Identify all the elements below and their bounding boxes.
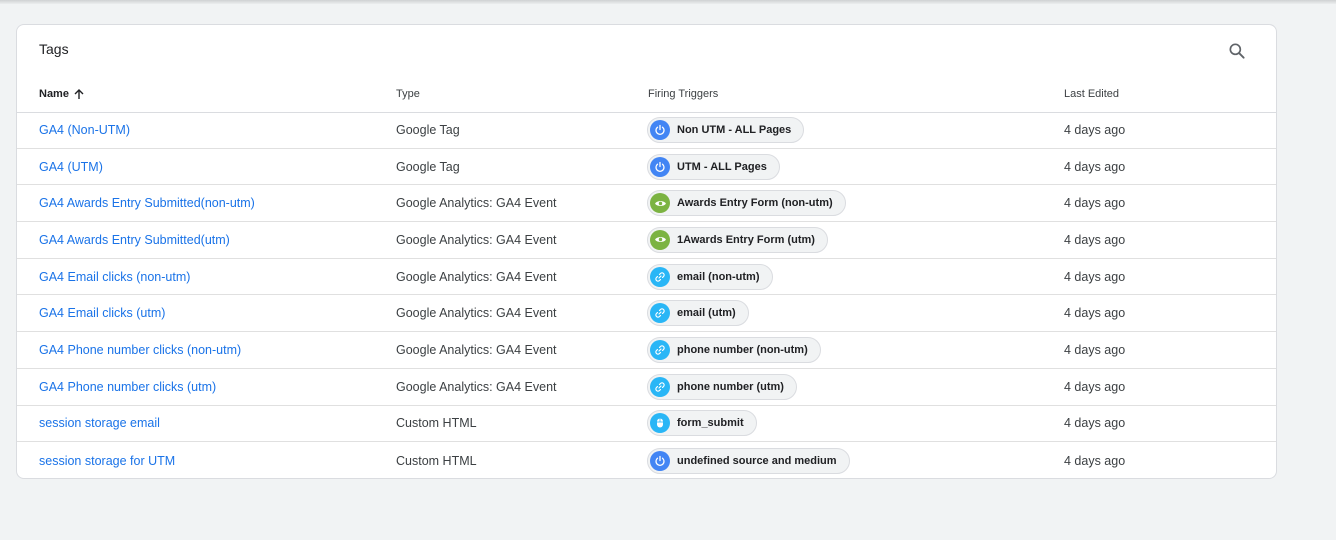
firing-trigger: email (utm) — [647, 300, 749, 327]
table-row[interactable]: GA4 Email clicks (non-utm) Google Analyti… — [17, 259, 1276, 296]
column-header-name[interactable]: Name — [39, 88, 85, 100]
last-edited: 4 days ago — [1064, 196, 1126, 211]
table-row[interactable]: session storage email Custom HTML form_sub… — [17, 406, 1276, 443]
pageview-icon — [650, 119, 670, 140]
column-header-firing-triggers[interactable]: Firing Triggers — [648, 88, 718, 100]
trigger-chip-label: 1Awards Entry Form (utm) — [677, 233, 815, 246]
tag-type: Google Tag — [396, 122, 460, 137]
tags-table-body: GA4 (Non-UTM) Google Tag Non UTM - ALL Pag… — [17, 112, 1276, 479]
firing-trigger: undefined source and medium — [647, 447, 850, 474]
trigger-chip[interactable]: phone number (utm) — [647, 373, 797, 400]
trigger-chip[interactable]: undefined source and medium — [647, 447, 850, 474]
trigger-chip-label: email (non-utm) — [677, 270, 760, 283]
tag-name-link[interactable]: GA4 Phone number clicks (utm) — [39, 380, 216, 394]
last-edited: 4 days ago — [1064, 306, 1126, 321]
firing-trigger: 1Awards Entry Form (utm) — [647, 226, 828, 253]
trigger-chip-label: phone number (non-utm) — [677, 343, 808, 356]
table-row[interactable]: GA4 Awards Entry Submitted(utm) Google An… — [17, 222, 1276, 259]
trigger-chip[interactable]: email (non-utm) — [647, 263, 773, 290]
search-button[interactable] — [1221, 37, 1253, 69]
column-header-type[interactable]: Type — [396, 88, 420, 100]
tag-name-link[interactable]: GA4 Email clicks (utm) — [39, 306, 165, 320]
last-edited: 4 days ago — [1064, 342, 1126, 357]
last-edited: 4 days ago — [1064, 232, 1126, 247]
tags-card: Tags Name Type Firing Triggers Last Edit… — [16, 24, 1277, 479]
tag-name-link[interactable]: GA4 Awards Entry Submitted(non-utm) — [39, 196, 255, 210]
tag-name-link[interactable]: GA4 (Non-UTM) — [39, 123, 130, 137]
tag-type: Google Analytics: GA4 Event — [396, 196, 557, 211]
table-row[interactable]: GA4 Email clicks (utm) Google Analytics: … — [17, 295, 1276, 333]
tag-type: Custom HTML — [396, 453, 477, 468]
tag-name-link[interactable]: GA4 (UTM) — [39, 160, 103, 174]
tag-type: Google Tag — [396, 159, 460, 174]
tag-name-link[interactable]: GA4 Email clicks (non-utm) — [39, 270, 190, 284]
pageview-icon — [650, 450, 670, 471]
column-header-name-label: Name — [39, 88, 69, 100]
trigger-chip[interactable]: phone number (non-utm) — [647, 336, 821, 363]
firing-trigger: UTM - ALL Pages — [647, 153, 780, 180]
firing-trigger: phone number (utm) — [647, 373, 797, 400]
table-row[interactable]: GA4 Phone number clicks (utm) Google Anal… — [17, 369, 1276, 406]
table-row[interactable]: GA4 Phone number clicks (non-utm) Google … — [17, 332, 1276, 369]
last-edited: 4 days ago — [1064, 159, 1126, 174]
trigger-chip-label: Awards Entry Form (non-utm) — [677, 197, 833, 210]
table-row[interactable]: GA4 Awards Entry Submitted(non-utm) Googl… — [17, 185, 1276, 223]
tag-type: Google Analytics: GA4 Event — [396, 232, 557, 247]
top-app-bar-shadow — [0, 0, 1336, 4]
trigger-chip[interactable]: form_submit — [647, 410, 757, 437]
card-title: Tags — [39, 41, 69, 57]
table-row[interactable]: session storage for UTM Custom HTML undefi… — [17, 442, 1276, 479]
tag-name-link[interactable]: GA4 Phone number clicks (non-utm) — [39, 343, 241, 357]
pageview-icon — [650, 156, 670, 177]
firing-trigger: form_submit — [647, 410, 757, 437]
trigger-chip[interactable]: Awards Entry Form (non-utm) — [647, 190, 846, 217]
tag-name-link[interactable]: session storage for UTM — [39, 454, 175, 468]
trigger-chip-label: email (utm) — [677, 307, 736, 320]
table-row[interactable]: GA4 (Non-UTM) Google Tag Non UTM - ALL Pag… — [17, 112, 1276, 149]
trigger-chip-label: UTM - ALL Pages — [677, 160, 767, 173]
tag-type: Google Analytics: GA4 Event — [396, 306, 557, 321]
link-icon — [650, 266, 670, 287]
last-edited: 4 days ago — [1064, 453, 1126, 468]
firing-trigger: Non UTM - ALL Pages — [647, 116, 805, 143]
tag-name-link[interactable]: GA4 Awards Entry Submitted(utm) — [39, 233, 230, 247]
table-row[interactable]: GA4 (UTM) Google Tag UTM - ALL Pages 4 days… — [17, 149, 1276, 186]
last-edited: 4 days ago — [1064, 122, 1126, 137]
firing-trigger: phone number (non-utm) — [647, 336, 821, 363]
trigger-chip[interactable]: Non UTM - ALL Pages — [647, 116, 805, 143]
tag-type: Custom HTML — [396, 416, 477, 431]
visibility-icon — [650, 193, 670, 214]
link-icon — [650, 339, 670, 360]
visibility-icon — [650, 229, 670, 250]
trigger-chip-label: undefined source and medium — [677, 454, 837, 467]
last-edited: 4 days ago — [1064, 379, 1126, 394]
last-edited: 4 days ago — [1064, 416, 1126, 431]
link-icon — [650, 376, 670, 397]
tag-name-link[interactable]: session storage email — [39, 416, 160, 430]
custom-event-icon — [650, 413, 670, 434]
trigger-chip[interactable]: 1Awards Entry Form (utm) — [647, 226, 828, 253]
search-icon — [1227, 41, 1247, 66]
firing-trigger: email (non-utm) — [647, 263, 773, 290]
sort-ascending-icon — [73, 88, 85, 100]
firing-trigger: Awards Entry Form (non-utm) — [647, 190, 846, 217]
tag-type: Google Analytics: GA4 Event — [396, 342, 557, 357]
trigger-chip[interactable]: email (utm) — [647, 300, 749, 327]
link-icon — [650, 303, 670, 324]
table-header: Name Type Firing Triggers Last Edited — [17, 75, 1276, 113]
trigger-chip[interactable]: UTM - ALL Pages — [647, 153, 780, 180]
trigger-chip-label: phone number (utm) — [677, 380, 784, 393]
tag-type: Google Analytics: GA4 Event — [396, 269, 557, 284]
column-header-last-edited[interactable]: Last Edited — [1064, 88, 1119, 100]
tag-type: Google Analytics: GA4 Event — [396, 379, 557, 394]
trigger-chip-label: Non UTM - ALL Pages — [677, 123, 792, 136]
trigger-chip-label: form_submit — [677, 417, 744, 430]
last-edited: 4 days ago — [1064, 269, 1126, 284]
